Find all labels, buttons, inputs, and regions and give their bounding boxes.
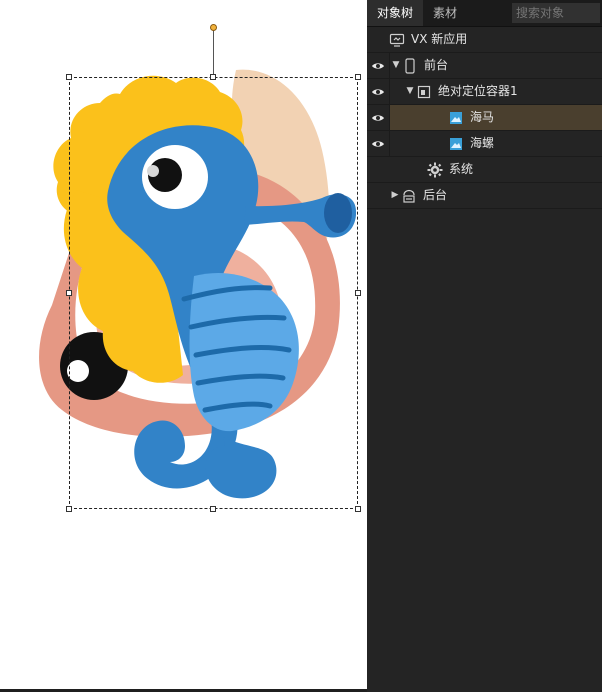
resize-handle-top[interactable]	[210, 74, 216, 80]
tree-label-system: 系统	[449, 162, 474, 176]
tree-label-container: 绝对定位容器1	[438, 84, 518, 98]
resize-handle-top-left[interactable]	[66, 74, 72, 80]
tree-row-backend[interactable]: ▶ 后台	[367, 183, 602, 209]
canvas[interactable]	[0, 0, 367, 692]
resize-handle-bottom-right[interactable]	[355, 506, 361, 512]
tree-row-container[interactable]: ▼ 绝对定位容器1	[367, 79, 602, 105]
phone-icon	[402, 57, 418, 74]
tree-label-snail: 海螺	[470, 136, 495, 150]
expand-arrow-frontend-icon[interactable]: ▼	[390, 53, 402, 78]
tab-object-tree[interactable]: 对象树	[367, 0, 424, 26]
server-icon	[401, 188, 417, 204]
rotation-handle[interactable]	[210, 24, 217, 31]
expand-arrow-backend-icon[interactable]: ▶	[389, 183, 401, 208]
app-icon	[389, 32, 405, 48]
rotation-line	[213, 29, 214, 77]
tree-label-app: VX 新应用	[411, 32, 468, 46]
visibility-toggle-seahorse[interactable]	[367, 105, 390, 130]
resize-handle-bottom-left[interactable]	[66, 506, 72, 512]
tree-row-snail[interactable]: 海螺	[367, 131, 602, 157]
object-panel: 对象树 素材 VX 新应用 ▼ 前台	[367, 0, 602, 692]
tree-label-backend: 后台	[423, 188, 448, 202]
image-icon	[448, 136, 464, 152]
selection-box	[69, 77, 358, 509]
eye-icon	[372, 62, 384, 69]
tree-row-seahorse[interactable]: 海马	[367, 105, 602, 131]
tree-row-app[interactable]: VX 新应用	[367, 27, 602, 53]
eye-icon	[372, 88, 384, 95]
tree-row-frontend[interactable]: ▼ 前台	[367, 53, 602, 79]
resize-handle-right[interactable]	[355, 290, 361, 296]
eye-icon	[372, 140, 384, 147]
tree-row-system[interactable]: 系统	[367, 157, 602, 183]
resize-handle-left[interactable]	[66, 290, 72, 296]
expand-arrow-container-icon[interactable]: ▼	[404, 79, 416, 104]
visibility-toggle-container[interactable]	[367, 79, 390, 104]
tab-assets[interactable]: 素材	[423, 0, 467, 26]
container-icon	[416, 84, 432, 100]
resize-handle-top-right[interactable]	[355, 74, 361, 80]
gear-icon	[427, 162, 443, 178]
image-icon	[448, 110, 464, 126]
visibility-toggle-frontend[interactable]	[367, 53, 390, 78]
tree-label-frontend: 前台	[424, 58, 449, 72]
object-search-input[interactable]	[512, 3, 600, 23]
resize-handle-bottom[interactable]	[210, 506, 216, 512]
panel-tabs: 对象树 素材	[367, 0, 602, 27]
eye-icon	[372, 114, 384, 121]
visibility-toggle-snail[interactable]	[367, 131, 390, 156]
tree-label-seahorse: 海马	[470, 110, 495, 124]
